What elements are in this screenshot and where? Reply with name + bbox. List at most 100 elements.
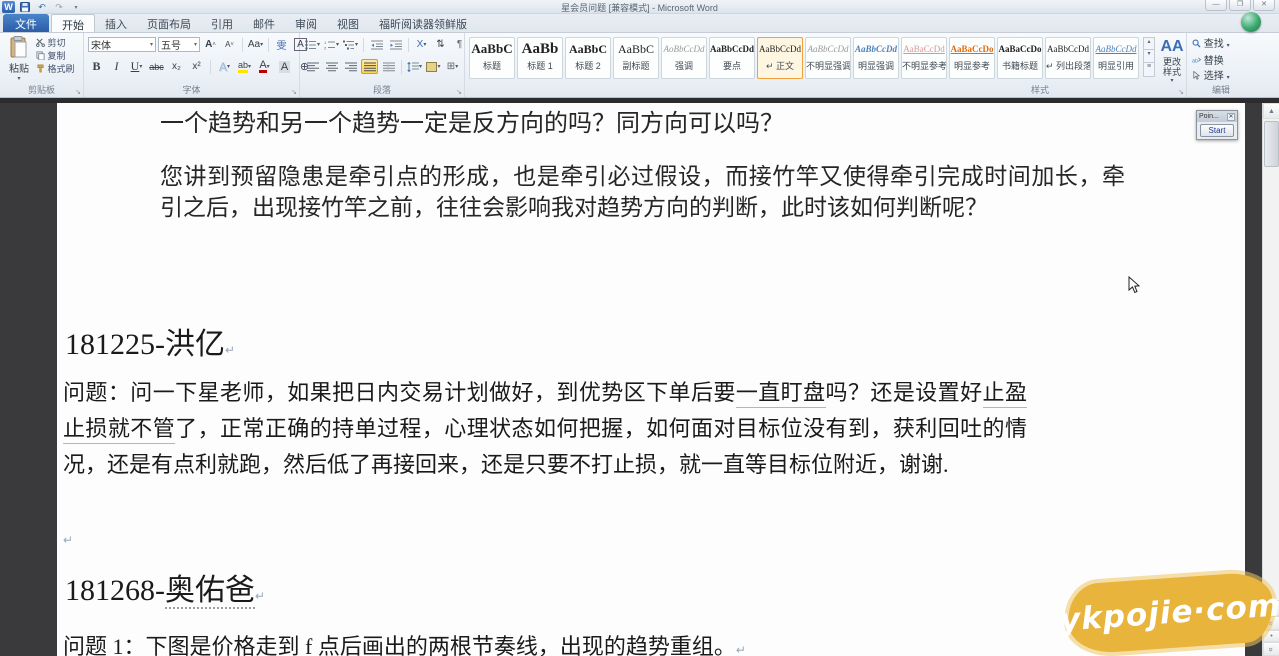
select-arrow-icon bbox=[1192, 71, 1201, 80]
scrollbar-thumb[interactable] bbox=[1264, 121, 1279, 167]
shrink-font-button[interactable]: A˅ bbox=[221, 37, 238, 52]
font-row-1: 宋体▾ 五号▾ A˄ A˅ Aa▾ 雯 A bbox=[88, 37, 309, 52]
style-sample: AaBbCcDd bbox=[806, 42, 850, 56]
style-item-book-title[interactable]: AaBaCcDo书籍标题 bbox=[997, 37, 1043, 79]
decrease-indent-button[interactable] bbox=[368, 37, 385, 52]
document-page[interactable]: 一个趋势和另一个趋势一定是反方向的吗？同方向可以吗？ 您讲到预留隐患是牵引点的形… bbox=[57, 103, 1245, 656]
bold-button[interactable]: B bbox=[88, 59, 105, 74]
style-item-subtitle[interactable]: AaBbC副标题 bbox=[613, 37, 659, 79]
chevron-down-icon: ▾ bbox=[317, 41, 320, 48]
gallery-more-button[interactable]: ≡ bbox=[1143, 63, 1155, 77]
tab-view[interactable]: 视图 bbox=[327, 14, 369, 32]
gallery-scroll-up-button[interactable]: ▴ bbox=[1143, 37, 1155, 50]
format-painter-icon bbox=[36, 64, 45, 73]
format-painter-label: 格式刷 bbox=[48, 64, 75, 74]
style-item-title[interactable]: AaBbC标题 bbox=[469, 37, 515, 79]
find-button[interactable]: 查找 ▾ bbox=[1192, 37, 1230, 54]
tab-review[interactable]: 审阅 bbox=[285, 14, 327, 32]
paste-button[interactable]: 粘贴 ▾ bbox=[4, 36, 34, 84]
scroll-up-button[interactable]: ▲ bbox=[1263, 103, 1279, 119]
numbering-button[interactable]: 12▾ bbox=[323, 37, 340, 52]
increase-indent-button[interactable] bbox=[387, 37, 404, 52]
text-effects-button[interactable]: A▾ bbox=[216, 59, 233, 74]
bullets-button[interactable]: ▾ bbox=[304, 37, 321, 52]
font-dialog-launcher[interactable]: ↘ bbox=[291, 88, 297, 96]
style-label: 要点 bbox=[710, 59, 754, 72]
pinyin-guide-button[interactable]: 雯 bbox=[273, 37, 290, 52]
select-browse-object-button[interactable]: • bbox=[1263, 630, 1279, 642]
multilevel-list-button[interactable]: ▾ bbox=[342, 37, 359, 52]
style-item-keypoints[interactable]: AaBbCcDd要点 bbox=[709, 37, 755, 79]
cut-button[interactable]: 剪切 bbox=[36, 37, 84, 50]
foxit-floating-icon[interactable] bbox=[1241, 12, 1261, 32]
styles-dialog-launcher[interactable]: ↘ bbox=[1178, 88, 1184, 96]
change-styles-label: 更改样式 bbox=[1159, 57, 1185, 77]
tab-references[interactable]: 引用 bbox=[201, 14, 243, 32]
decrease-indent-icon bbox=[371, 40, 383, 50]
paragraph-dialog-launcher[interactable]: ↘ bbox=[456, 88, 462, 96]
italic-icon: I bbox=[115, 59, 119, 74]
grow-font-button[interactable]: A˄ bbox=[202, 37, 219, 52]
style-item-heading2[interactable]: AaBbC标题 2 bbox=[565, 37, 611, 79]
close-button[interactable]: ✕ bbox=[1253, 0, 1275, 11]
distribute-button[interactable] bbox=[380, 59, 397, 74]
chevron-down-icon: ▾ bbox=[419, 63, 422, 70]
para3-segment: 问题：问一下星老师，如果把日内交易计划做好，到优势区下单后要 bbox=[63, 380, 736, 405]
borders-button[interactable]: ⊞▾ bbox=[444, 59, 461, 74]
asian-layout-button[interactable]: X▾ bbox=[413, 37, 430, 52]
style-item-normal[interactable]: AaBbCcDd↵ 正文 bbox=[757, 37, 803, 79]
gallery-scroll-down-button[interactable]: ▾ bbox=[1143, 50, 1155, 63]
text-highlight-button[interactable]: ab▾ bbox=[236, 59, 253, 74]
clipboard-dialog-launcher[interactable]: ↘ bbox=[75, 88, 81, 96]
restore-button[interactable]: ❐ bbox=[1229, 0, 1251, 11]
empty-paragraph-mark: ↵ bbox=[63, 533, 73, 547]
copy-button[interactable]: 复制 bbox=[36, 50, 84, 63]
style-label: 书籍标题 bbox=[998, 59, 1042, 72]
window-controls: — ❐ ✕ bbox=[1205, 0, 1275, 11]
replace-button[interactable]: ab 替换 bbox=[1192, 54, 1230, 69]
minimize-button[interactable]: — bbox=[1205, 0, 1227, 11]
next-page-button[interactable]: » bbox=[1263, 642, 1279, 656]
style-item-list-paragraph[interactable]: AaBbCcDd↵ 列出段落 bbox=[1045, 37, 1091, 79]
style-item-intense-emphasis[interactable]: AaBbCcDd明显强调 bbox=[853, 37, 899, 79]
font-name-combo[interactable]: 宋体▾ bbox=[88, 37, 156, 52]
floating-widget-titlebar[interactable]: Poin... ✕ bbox=[1197, 111, 1237, 122]
tab-home[interactable]: 开始 bbox=[51, 14, 95, 32]
vertical-scrollbar[interactable]: ▲ ▼ « • » bbox=[1262, 103, 1279, 656]
chevron-down-icon: ▾ bbox=[1227, 75, 1230, 81]
change-styles-icon: AA bbox=[1159, 37, 1185, 57]
format-painter-button[interactable]: 格式刷 bbox=[36, 63, 84, 76]
style-item-heading1[interactable]: AaBb标题 1 bbox=[517, 37, 563, 79]
change-styles-button[interactable]: AA 更改样式 ▾ bbox=[1159, 37, 1185, 84]
tab-file[interactable]: 文件 bbox=[3, 14, 49, 32]
tab-insert[interactable]: 插入 bbox=[95, 14, 137, 32]
floating-widget[interactable]: Poin... ✕ Start bbox=[1196, 110, 1238, 140]
floating-widget-close-icon[interactable]: ✕ bbox=[1227, 113, 1235, 121]
change-case-button[interactable]: Aa▾ bbox=[247, 37, 264, 52]
italic-button[interactable]: I bbox=[108, 59, 125, 74]
subscript-button[interactable]: x₂ bbox=[168, 59, 185, 74]
align-left-button[interactable] bbox=[304, 59, 321, 74]
align-center-button[interactable] bbox=[323, 59, 340, 74]
style-item-intense-quote[interactable]: AaBbCcDd明显引用 bbox=[1093, 37, 1139, 79]
tab-mailings[interactable]: 邮件 bbox=[243, 14, 285, 32]
sort-button[interactable]: ⇅ bbox=[432, 37, 449, 52]
font-size-combo[interactable]: 五号▾ bbox=[158, 37, 200, 52]
style-item-subtle-reference[interactable]: AaBaCcDd不明显参考 bbox=[901, 37, 947, 79]
style-item-intense-reference[interactable]: AaBaCcDo明显参考 bbox=[949, 37, 995, 79]
tab-page-layout[interactable]: 页面布局 bbox=[137, 14, 201, 32]
justify-button[interactable] bbox=[361, 59, 378, 74]
style-item-subtle-emphasis[interactable]: AaBbCcDd不明显强调 bbox=[805, 37, 851, 79]
style-item-emphasis[interactable]: AoBbCcDd强调 bbox=[661, 37, 707, 79]
paste-dropdown-icon[interactable]: ▾ bbox=[4, 75, 34, 82]
strikethrough-button[interactable]: abc bbox=[148, 59, 165, 74]
shading-button[interactable]: ▾ bbox=[425, 59, 442, 74]
font-color-button[interactable]: A▾ bbox=[256, 59, 273, 74]
superscript-button[interactable]: x² bbox=[188, 59, 205, 74]
character-shading-button[interactable]: A bbox=[276, 59, 293, 74]
start-button[interactable]: Start bbox=[1200, 124, 1234, 137]
line-spacing-button[interactable]: ▾ bbox=[406, 59, 423, 74]
tab-foxit-reader[interactable]: 福昕阅读器领鲜版 bbox=[369, 14, 477, 32]
underline-button[interactable]: U▾ bbox=[128, 59, 145, 74]
align-right-button[interactable] bbox=[342, 59, 359, 74]
